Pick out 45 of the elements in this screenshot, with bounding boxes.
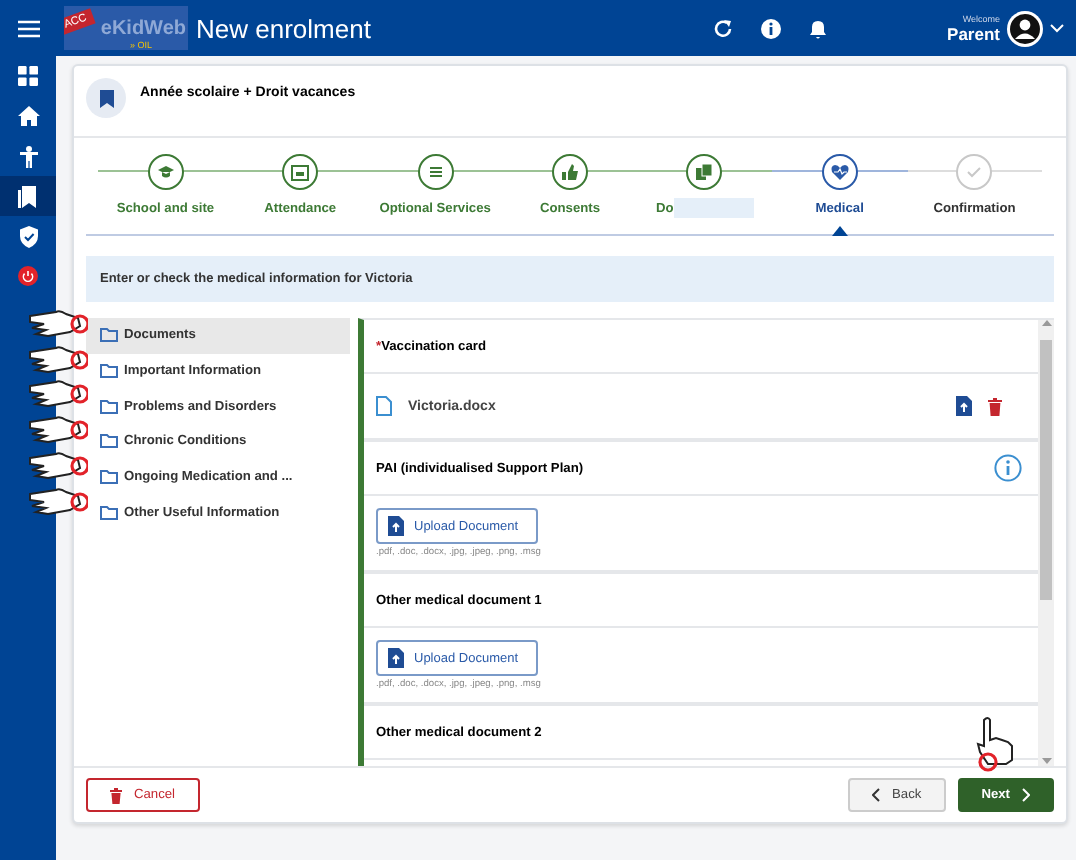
folder-icon xyxy=(100,470,118,485)
step-icon xyxy=(425,162,446,182)
shield-icon[interactable] xyxy=(19,225,37,247)
document-icon xyxy=(376,396,392,416)
step-marker[interactable] xyxy=(147,154,184,190)
step-icon xyxy=(559,162,580,182)
active-step-caret xyxy=(831,226,848,236)
upload-file-icon[interactable] xyxy=(956,396,972,416)
dashboard-icon[interactable] xyxy=(18,66,38,86)
step-marker[interactable] xyxy=(282,154,319,190)
user-name: Parent xyxy=(947,23,1000,43)
avatar-icon[interactable] xyxy=(1006,9,1044,47)
hand-pointer-icon xyxy=(976,716,1016,776)
chevron-down-icon[interactable] xyxy=(1050,23,1064,33)
refresh-icon[interactable] xyxy=(711,17,734,39)
folder-icon xyxy=(100,399,118,414)
bell-icon[interactable] xyxy=(807,17,828,39)
folder-icon xyxy=(100,434,118,449)
bookmark-icon xyxy=(99,89,113,107)
step-marker[interactable] xyxy=(821,154,858,190)
bookmarks-icon[interactable] xyxy=(18,185,38,207)
step-marker[interactable] xyxy=(417,154,454,190)
delete-icon[interactable] xyxy=(988,397,1002,415)
menu-icon[interactable] xyxy=(17,19,39,37)
step-icon xyxy=(829,162,850,182)
page-title: New enrolment xyxy=(196,13,373,43)
trash-icon xyxy=(110,787,122,803)
step-icon xyxy=(964,162,985,182)
step-icon xyxy=(290,162,311,182)
folder-icon xyxy=(100,364,118,379)
chevron-left-icon xyxy=(872,788,881,802)
step-marker[interactable] xyxy=(551,154,588,190)
step-icon xyxy=(694,162,715,182)
home-icon[interactable] xyxy=(17,106,39,126)
info-icon[interactable] xyxy=(759,17,782,39)
step-icon xyxy=(155,162,176,182)
upload-file-icon xyxy=(388,648,404,668)
folder-icon xyxy=(100,505,118,520)
folder-icon xyxy=(100,328,118,343)
chevron-right-icon xyxy=(1022,788,1030,802)
upload-file-icon xyxy=(388,516,404,536)
person-icon[interactable] xyxy=(19,145,37,167)
power-icon[interactable] xyxy=(18,266,38,286)
brand-name: eKidWeb xyxy=(100,17,186,39)
step-marker[interactable] xyxy=(686,154,723,190)
